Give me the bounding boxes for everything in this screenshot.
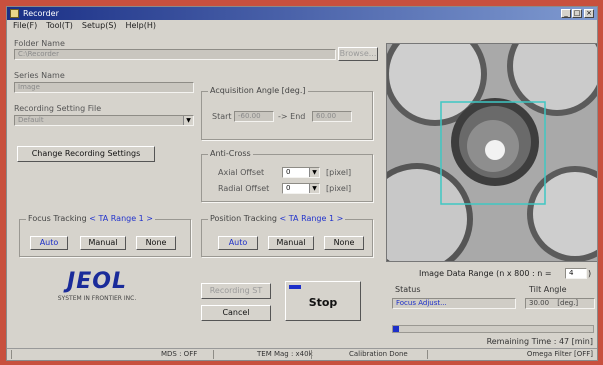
minimize-button[interactable]: _ — [561, 9, 571, 18]
tilt-angle-label: Tilt Angle — [529, 285, 567, 294]
position-none-button[interactable]: None — [324, 236, 364, 250]
setting-file-select[interactable]: Default ▼ — [14, 115, 194, 126]
logo-brand: JEOL — [67, 269, 127, 294]
record-indicator — [289, 285, 301, 289]
position-tracking-title: Position Tracking < TA Range 1 > — [208, 214, 346, 223]
anti-cross-group: Anti-Cross Axial Offset 0 ▼ [pixel] Radi… — [201, 149, 373, 202]
focus-none-button[interactable]: None — [136, 236, 176, 250]
recording-start-button[interactable]: Recording ST — [201, 283, 271, 299]
axial-offset-select[interactable]: 0 ▼ — [282, 167, 320, 178]
end-angle-field[interactable]: 60.00 — [312, 111, 352, 122]
start-angle-field[interactable]: -60.00 — [234, 111, 274, 122]
focus-auto-button[interactable]: Auto — [30, 236, 68, 250]
logo-tagline: SYSTEM IN FRONTIER INC. — [57, 295, 137, 302]
tilt-angle-value: 30.00 — [529, 299, 550, 307]
radial-offset-label: Radial Offset — [218, 184, 270, 193]
position-tracking-group: Position Tracking < TA Range 1 > Auto Ma… — [201, 214, 373, 257]
mds-status: MDS : OFF — [161, 350, 198, 358]
recorder-window: Recorder _ □ × File(F) Tool(T) Setup(S) … — [6, 6, 598, 361]
status-bar: MDS : OFF TEM Mag : x40k Calibration Don… — [7, 348, 597, 360]
folder-name-label: Folder Name — [14, 39, 65, 48]
axial-offset-label: Axial Offset — [218, 168, 265, 177]
stop-button[interactable]: Stop — [285, 281, 361, 321]
focus-range-label: < TA Range 1 > — [89, 214, 154, 223]
series-name-field[interactable]: Image — [14, 82, 194, 93]
change-settings-button[interactable]: Change Recording Settings — [17, 146, 155, 162]
image-range-value: 4 — [569, 269, 574, 277]
acquisition-angle-title: Acquisition Angle [deg.] — [208, 86, 308, 95]
setting-file-label: Recording Setting File — [14, 104, 102, 113]
omega-filter-status: Omega Filter [OFF] — [526, 350, 593, 358]
focus-tracking-title: Focus Tracking < TA Range 1 > — [26, 214, 156, 223]
acquisition-angle-group: Acquisition Angle [deg.] Start -60.00 ->… — [201, 86, 373, 140]
axial-offset-value: 0 — [286, 168, 291, 176]
stop-label: Stop — [308, 296, 338, 309]
cancel-button[interactable]: Cancel — [201, 305, 271, 321]
maximize-button[interactable]: □ — [572, 9, 582, 18]
start-label: Start — [212, 112, 232, 121]
axial-offset-unit: [pixel] — [326, 168, 352, 177]
menu-help[interactable]: Help(H) — [126, 20, 157, 31]
position-range-label: < TA Range 1 > — [279, 214, 344, 223]
title-bar: Recorder _ □ × — [7, 7, 597, 20]
chevron-down-icon[interactable]: ▼ — [309, 168, 319, 177]
image-range-select[interactable]: 4 — [565, 268, 587, 279]
status-field: Focus Adjust... — [392, 298, 516, 309]
chevron-down-icon[interactable]: ▼ — [183, 116, 193, 125]
progress-bar — [392, 325, 594, 333]
focus-tracking-group: Focus Tracking < TA Range 1 > Auto Manua… — [19, 214, 191, 257]
radial-offset-value: 0 — [286, 184, 291, 192]
tilt-angle-field: 30.00 [deg.] — [525, 298, 595, 309]
progress-fill — [393, 326, 399, 332]
menu-tool[interactable]: Tool(T) — [46, 20, 73, 31]
menu-bar: File(F) Tool(T) Setup(S) Help(H) — [7, 20, 597, 31]
end-label: -> End — [278, 112, 306, 121]
focus-manual-button[interactable]: Manual — [80, 236, 126, 250]
tilt-angle-unit: [deg.] — [557, 299, 579, 307]
setting-file-value: Default — [18, 116, 44, 124]
calibration-status: Calibration Done — [349, 350, 408, 358]
chevron-down-icon[interactable]: ▼ — [309, 184, 319, 193]
image-range-suffix: ) — [588, 269, 592, 278]
specimen-image — [387, 44, 597, 261]
menu-file[interactable]: File(F) — [13, 20, 37, 31]
jeol-logo: JEOL SYSTEM IN FRONTIER INC. — [27, 269, 167, 311]
image-preview[interactable] — [386, 43, 597, 262]
position-auto-button[interactable]: Auto — [218, 236, 258, 250]
image-range-label: Image Data Range (n x 800 : n = — [419, 269, 552, 278]
menu-setup[interactable]: Setup(S) — [82, 20, 117, 31]
remaining-time: Remaining Time : 47 [min] — [486, 337, 593, 346]
browse-button[interactable]: Browse... — [338, 47, 378, 61]
series-name-label: Series Name — [14, 71, 65, 80]
folder-name-field[interactable]: C:\Recorder — [14, 49, 336, 60]
position-manual-button[interactable]: Manual — [268, 236, 314, 250]
tem-mag-status: TEM Mag : x40k — [257, 350, 313, 358]
radial-offset-unit: [pixel] — [326, 184, 352, 193]
close-button[interactable]: × — [584, 9, 594, 18]
app-icon — [10, 9, 19, 18]
anti-cross-title: Anti-Cross — [208, 149, 253, 158]
window-title: Recorder — [23, 9, 59, 18]
radial-offset-select[interactable]: 0 ▼ — [282, 183, 320, 194]
status-label: Status — [395, 285, 421, 294]
